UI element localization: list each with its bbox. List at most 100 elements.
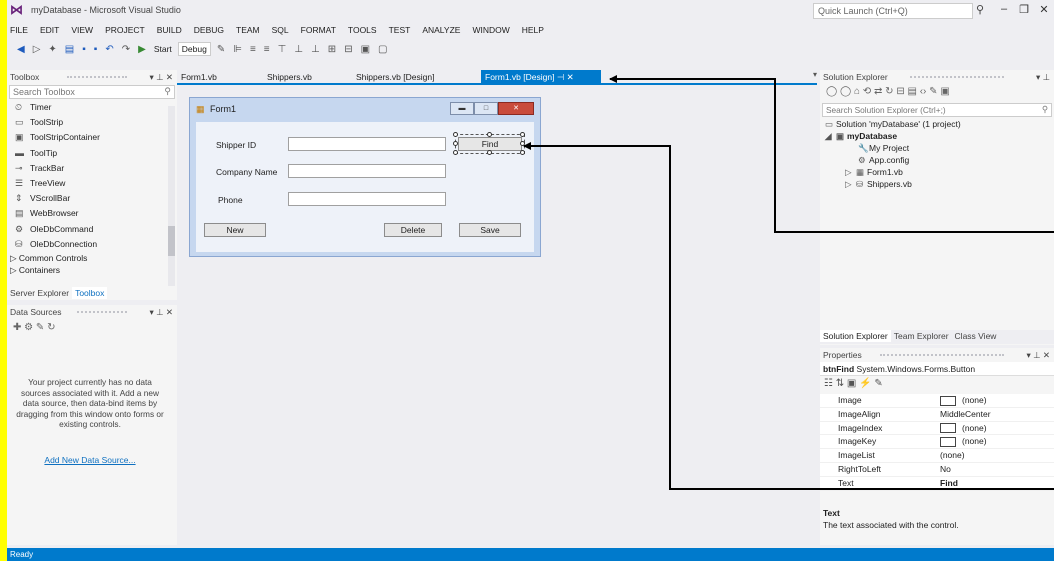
delete-button[interactable]: Delete xyxy=(384,223,442,237)
expand-icon[interactable]: ▷ xyxy=(845,166,856,178)
send-back-icon[interactable]: ▢ xyxy=(376,44,389,55)
menu-window[interactable]: WINDOW xyxy=(466,22,515,38)
bring-front-icon[interactable]: ▣ xyxy=(359,44,372,55)
close-tab-icon[interactable]: ✕ xyxy=(567,72,574,82)
menu-test[interactable]: TEST xyxy=(383,22,417,38)
restore-icon[interactable]: ❐ xyxy=(1017,3,1031,16)
property-row-imagelist[interactable]: ImageList (none) xyxy=(820,449,1054,463)
save-all-icon[interactable]: ▪ xyxy=(92,44,100,55)
find-icon[interactable]: ✎ xyxy=(215,44,227,55)
tab-toolbox[interactable]: Toolbox xyxy=(72,287,108,299)
save-icon[interactable]: ▪ xyxy=(80,44,88,55)
shipper-id-textbox[interactable] xyxy=(288,137,446,151)
align-middle-icon[interactable]: ⊥ xyxy=(292,44,305,55)
categorized-icon[interactable]: ☷ xyxy=(824,378,833,389)
toolbox-item-toolstrip[interactable]: ▭ ToolStrip xyxy=(7,115,177,130)
property-pages-icon[interactable]: ✎ xyxy=(874,378,882,389)
forward-icon[interactable]: ▷ xyxy=(31,44,43,55)
expand-icon[interactable]: ◢ xyxy=(825,130,836,142)
selection-handle[interactable] xyxy=(520,132,525,137)
menu-project[interactable]: PROJECT xyxy=(99,22,151,38)
tree-item-project[interactable]: ◢ ▣ myDatabase xyxy=(820,130,1054,142)
scroll-thumb[interactable] xyxy=(168,226,175,256)
toolbox-search-input[interactable]: Search Toolbox ⚲ xyxy=(9,85,175,99)
refresh-icon[interactable]: ↻ xyxy=(47,322,55,333)
toolbox-item-trackbar[interactable]: ⊸ TrackBar xyxy=(7,161,177,176)
toolbox-item-tooltip[interactable]: ▬ ToolTip xyxy=(7,146,177,161)
tab-overflow-icon[interactable]: ▾ xyxy=(813,70,817,79)
preview-icon[interactable]: ▣ xyxy=(940,86,949,97)
selection-handle[interactable] xyxy=(453,141,458,146)
configure-icon[interactable]: ✎ xyxy=(36,322,44,333)
tab-team-explorer[interactable]: Team Explorer xyxy=(891,330,952,342)
phone-textbox[interactable] xyxy=(288,192,446,206)
toolbox-group-common-controls[interactable]: ▷ Common Controls xyxy=(7,252,177,264)
property-row-image[interactable]: Image (none) xyxy=(820,394,1054,408)
menu-team[interactable]: TEAM xyxy=(230,22,266,38)
properties-icon[interactable]: ▣ xyxy=(847,378,856,389)
selection-handle[interactable] xyxy=(520,150,525,155)
toolbox-item-toolstripcontainer[interactable]: ▣ ToolStripContainer xyxy=(7,130,177,145)
toolbox-item-oledbconnection[interactable]: ⛁ OleDbConnection xyxy=(7,237,177,252)
start-button[interactable]: Start xyxy=(152,44,174,54)
toolbox-scrollbar[interactable] xyxy=(168,106,175,286)
same-size-icon[interactable]: ⊞ xyxy=(326,44,338,55)
menu-edit[interactable]: EDIT xyxy=(34,22,65,38)
close-icon[interactable]: ✕ xyxy=(1037,3,1051,16)
add-new-data-source-link[interactable]: Add New Data Source... xyxy=(15,455,165,465)
selection-handle[interactable] xyxy=(453,132,458,137)
form1-window[interactable]: ▦ Form1 ▬ □ ✕ Shipper ID Find Company Na… xyxy=(189,97,541,257)
menu-help[interactable]: HELP xyxy=(516,22,550,38)
align-right-icon[interactable]: ≡ xyxy=(262,44,272,55)
back-icon[interactable]: ◀ xyxy=(15,44,27,55)
save-button[interactable]: Save xyxy=(459,223,521,237)
tab-form1-vb[interactable]: Form1.vb xyxy=(177,70,221,84)
menu-format[interactable]: FORMAT xyxy=(295,22,342,38)
menu-analyze[interactable]: ANALYZE xyxy=(416,22,466,38)
panel-controls-icon[interactable]: ▾ ⊥ ✕ xyxy=(149,305,173,319)
align-top-icon[interactable]: ⊤ xyxy=(276,44,289,55)
form-close-icon[interactable]: ✕ xyxy=(498,102,534,115)
toolbox-item-timer[interactable]: ⏲ Timer xyxy=(7,100,177,115)
form-maximize-icon[interactable]: □ xyxy=(474,102,498,115)
forward-icon[interactable]: ◯ xyxy=(840,86,851,97)
panel-controls-icon[interactable]: ▾ ⊥ xyxy=(1036,70,1050,84)
toolbox-group-containers[interactable]: ▷ Containers xyxy=(7,264,177,276)
refresh-icon[interactable]: ↻ xyxy=(885,86,893,97)
tree-item-form1[interactable]: ▷ ▦ Form1.vb xyxy=(820,166,1054,178)
align-center-icon[interactable]: ≡ xyxy=(248,44,258,55)
alphabetical-icon[interactable]: ⇅ xyxy=(836,378,844,389)
tab-form1-design[interactable]: Form1.vb [Design] ⊣ ✕ xyxy=(481,70,601,84)
toolbox-item-oledbcommand[interactable]: ⚙ OleDbCommand xyxy=(7,222,177,237)
open-file-icon[interactable]: ▤ xyxy=(63,44,76,55)
tab-server-explorer[interactable]: Server Explorer xyxy=(7,287,72,299)
minimize-icon[interactable]: – xyxy=(997,3,1011,15)
tab-solution-explorer[interactable]: Solution Explorer xyxy=(820,330,891,342)
tree-item-solution[interactable]: ▭ Solution 'myDatabase' (1 project) xyxy=(820,118,1054,130)
new-button[interactable]: New xyxy=(204,223,266,237)
collapse-all-icon[interactable]: ⊟ xyxy=(896,86,904,97)
form-minimize-icon[interactable]: ▬ xyxy=(450,102,474,115)
property-object-selector[interactable]: btnFind System.Windows.Forms.Button xyxy=(820,362,1054,376)
selection-handle[interactable] xyxy=(453,150,458,155)
tree-item-shippers[interactable]: ▷ ⛁ Shippers.vb xyxy=(820,178,1054,190)
toolbox-item-webbrowser[interactable]: ▤ WebBrowser xyxy=(7,206,177,221)
show-all-files-icon[interactable]: ▤ xyxy=(907,86,916,97)
tree-item-my-project[interactable]: 🔧My Project xyxy=(820,142,1054,154)
find-button[interactable]: Find xyxy=(455,134,525,154)
menu-view[interactable]: VIEW xyxy=(65,22,99,38)
expand-icon[interactable]: ▷ xyxy=(845,178,856,190)
panel-controls-icon[interactable]: ▾ ⊥ ✕ xyxy=(1026,348,1050,362)
property-row-imagekey[interactable]: ImageKey (none) xyxy=(820,435,1054,450)
events-icon[interactable]: ⚡ xyxy=(859,378,871,389)
add-data-source-icon[interactable]: ✚ xyxy=(13,322,21,333)
property-row-imageindex[interactable]: ImageIndex (none) xyxy=(820,421,1054,436)
menu-file[interactable]: FILE xyxy=(7,22,34,38)
properties-icon[interactable]: ✎ xyxy=(929,86,937,97)
tab-class-view[interactable]: Class View xyxy=(952,330,1000,342)
tab-shippers-vb[interactable]: Shippers.vb xyxy=(263,70,316,84)
property-row-text[interactable]: Text Find xyxy=(820,476,1054,491)
toolbox-item-vscrollbar[interactable]: ⇕ VScrollBar xyxy=(7,191,177,206)
solution-explorer-search-input[interactable]: Search Solution Explorer (Ctrl+;) ⚲ xyxy=(822,103,1052,117)
property-row-righttoleft[interactable]: RightToLeft No xyxy=(820,462,1054,477)
